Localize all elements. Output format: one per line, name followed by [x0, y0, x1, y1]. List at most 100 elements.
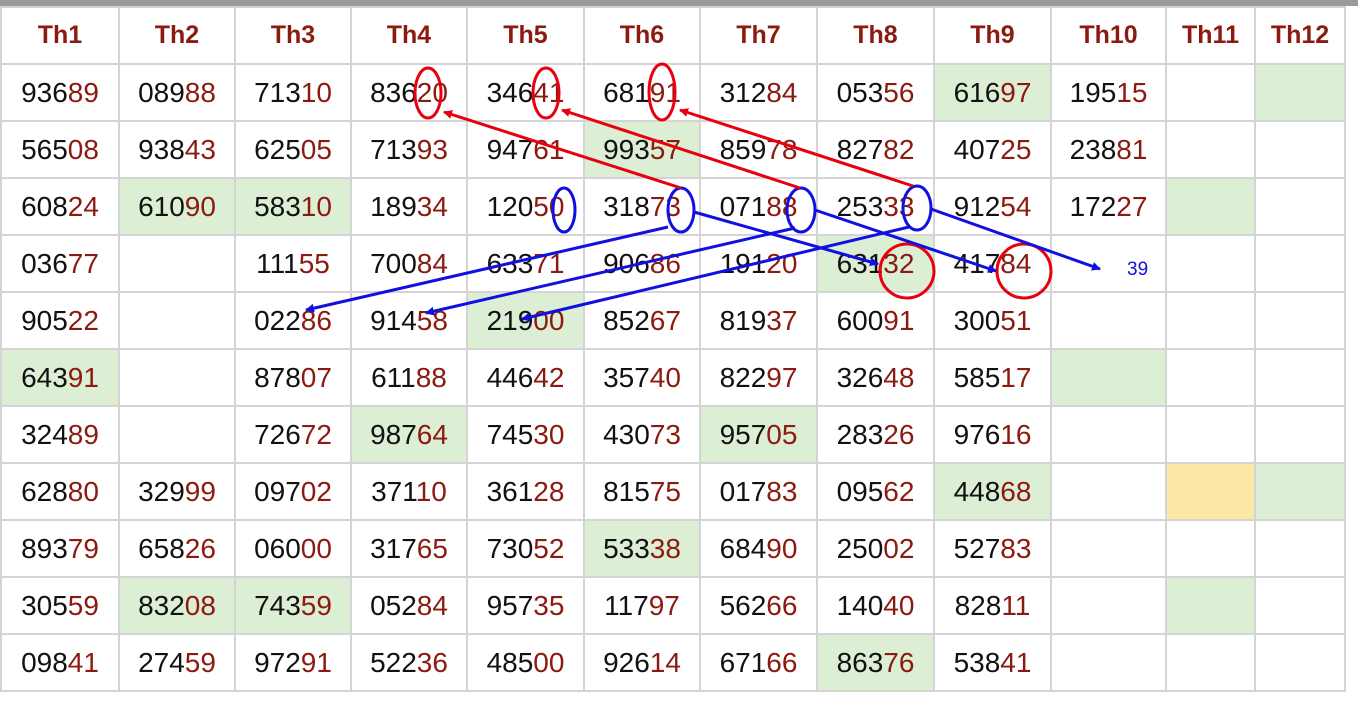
- result-cell: 60824: [0, 177, 120, 236]
- result-cell: 61697: [933, 63, 1052, 122]
- result-cell: 18934: [350, 177, 468, 236]
- result-cell: 68191: [583, 63, 701, 122]
- result-cell: [1254, 519, 1346, 578]
- result-cell: 36128: [466, 462, 585, 521]
- result-cell: [1254, 462, 1346, 521]
- result-cell: 73052: [466, 519, 585, 578]
- result-cell: 37110: [350, 462, 468, 521]
- result-cell: [1165, 405, 1256, 464]
- result-cell: 90522: [0, 291, 120, 350]
- result-cell: 11155: [234, 234, 352, 293]
- result-cell: 09702: [234, 462, 352, 521]
- header-row: Th1 Th2 Th3 Th4 Th5 Th6 Th7 Th8 Th9 Th10 Th11 Th12: [0, 6, 1346, 65]
- result-cell: 85978: [699, 120, 818, 179]
- result-cell: 95735: [466, 576, 585, 635]
- table-row: 90522 02286 91458 21900 85267 81937 60091 30051: [0, 291, 1346, 350]
- result-cell: 30051: [933, 291, 1052, 350]
- result-cell: 30559: [0, 576, 120, 635]
- result-cell: 93689: [0, 63, 120, 122]
- result-cell: [1165, 462, 1256, 521]
- result-cell: 17227: [1050, 177, 1167, 236]
- result-cell: [118, 405, 236, 464]
- table-row: 62880 32999 09702 37110 36128 81575 01783 09562…: [0, 462, 1346, 521]
- result-cell: [1165, 519, 1256, 578]
- result-cell: 40725: [933, 120, 1052, 179]
- result-cell: 91254: [933, 177, 1052, 236]
- result-cell: [1050, 576, 1167, 635]
- result-cell: [1254, 234, 1346, 293]
- lottery-results-table: Th1 Th2 Th3 Th4 Th5 Th6 Th7 Th8 Th9 Th10 Th11 Th12 …: [0, 6, 1346, 692]
- result-cell: 83620: [350, 63, 468, 122]
- table-row: 03677 11155 70084 63371 90686 19120 63132 41784: [0, 234, 1346, 293]
- result-cell: [1165, 291, 1256, 350]
- result-cell: [1050, 633, 1167, 692]
- result-cell: [1165, 633, 1256, 692]
- result-cell: 44868: [933, 462, 1052, 521]
- result-cell: 82297: [699, 348, 818, 407]
- table-row: 93689 08988 71310 83620 34641 68191 31284 05356…: [0, 63, 1346, 122]
- result-cell: 83208: [118, 576, 236, 635]
- result-cell: 53841: [933, 633, 1052, 692]
- result-cell: 87807: [234, 348, 352, 407]
- result-cell: 71310: [234, 63, 352, 122]
- result-cell: 31765: [350, 519, 468, 578]
- result-cell: [1254, 177, 1346, 236]
- result-cell: 99357: [583, 120, 701, 179]
- column-header-th9: Th9: [933, 6, 1052, 65]
- result-cell: 82811: [933, 576, 1052, 635]
- result-cell: 56508: [0, 120, 120, 179]
- result-cell: 67166: [699, 633, 818, 692]
- result-cell: 63371: [466, 234, 585, 293]
- result-cell: 02286: [234, 291, 352, 350]
- result-cell: 32489: [0, 405, 120, 464]
- result-cell: 90686: [583, 234, 701, 293]
- result-cell: [1254, 291, 1346, 350]
- result-cell: [1254, 63, 1346, 122]
- result-cell: 48500: [466, 633, 585, 692]
- result-cell: 61188: [350, 348, 468, 407]
- result-cell: 93843: [118, 120, 236, 179]
- column-header-th10: Th10: [1050, 6, 1167, 65]
- result-cell: 31284: [699, 63, 818, 122]
- result-cell: 95705: [699, 405, 818, 464]
- result-cell: 09562: [816, 462, 935, 521]
- result-cell: [1254, 633, 1346, 692]
- result-cell: [1050, 519, 1167, 578]
- result-cell: 74530: [466, 405, 585, 464]
- result-cell: 43073: [583, 405, 701, 464]
- result-cell: 65826: [118, 519, 236, 578]
- result-cell: 44642: [466, 348, 585, 407]
- result-cell: 23881: [1050, 120, 1167, 179]
- result-cell: [1254, 405, 1346, 464]
- result-cell: [1050, 405, 1167, 464]
- result-cell: [1165, 576, 1256, 635]
- result-cell: 35740: [583, 348, 701, 407]
- result-cell: 81937: [699, 291, 818, 350]
- result-cell: 14040: [816, 576, 935, 635]
- column-header-th12: Th12: [1254, 6, 1346, 65]
- result-cell: 32648: [816, 348, 935, 407]
- result-cell: 52236: [350, 633, 468, 692]
- table-row: 60824 61090 58310 18934 12050 31873 07188 25333…: [0, 177, 1346, 236]
- table-row: 64391 87807 61188 44642 35740 82297 32648 58517: [0, 348, 1346, 407]
- result-cell: [1254, 120, 1346, 179]
- column-header-th2: Th2: [118, 6, 236, 65]
- result-cell: 41784: [933, 234, 1052, 293]
- result-cell: 08988: [118, 63, 236, 122]
- column-header-th8: Th8: [816, 6, 935, 65]
- table-body: 93689 08988 71310 83620 34641 68191 31284 05356…: [0, 63, 1346, 692]
- column-header-th1: Th1: [0, 6, 120, 65]
- table-row: 56508 93843 62505 71393 94761 99357 85978 82782…: [0, 120, 1346, 179]
- result-cell: 89379: [0, 519, 120, 578]
- result-cell: [118, 291, 236, 350]
- result-cell: [1050, 291, 1167, 350]
- result-cell: 72672: [234, 405, 352, 464]
- result-cell: 58517: [933, 348, 1052, 407]
- result-cell: 31873: [583, 177, 701, 236]
- result-cell: 12050: [466, 177, 585, 236]
- result-cell: 03677: [0, 234, 120, 293]
- result-cell: 98764: [350, 405, 468, 464]
- result-cell: [118, 234, 236, 293]
- result-cell: 06000: [234, 519, 352, 578]
- result-cell: 05356: [816, 63, 935, 122]
